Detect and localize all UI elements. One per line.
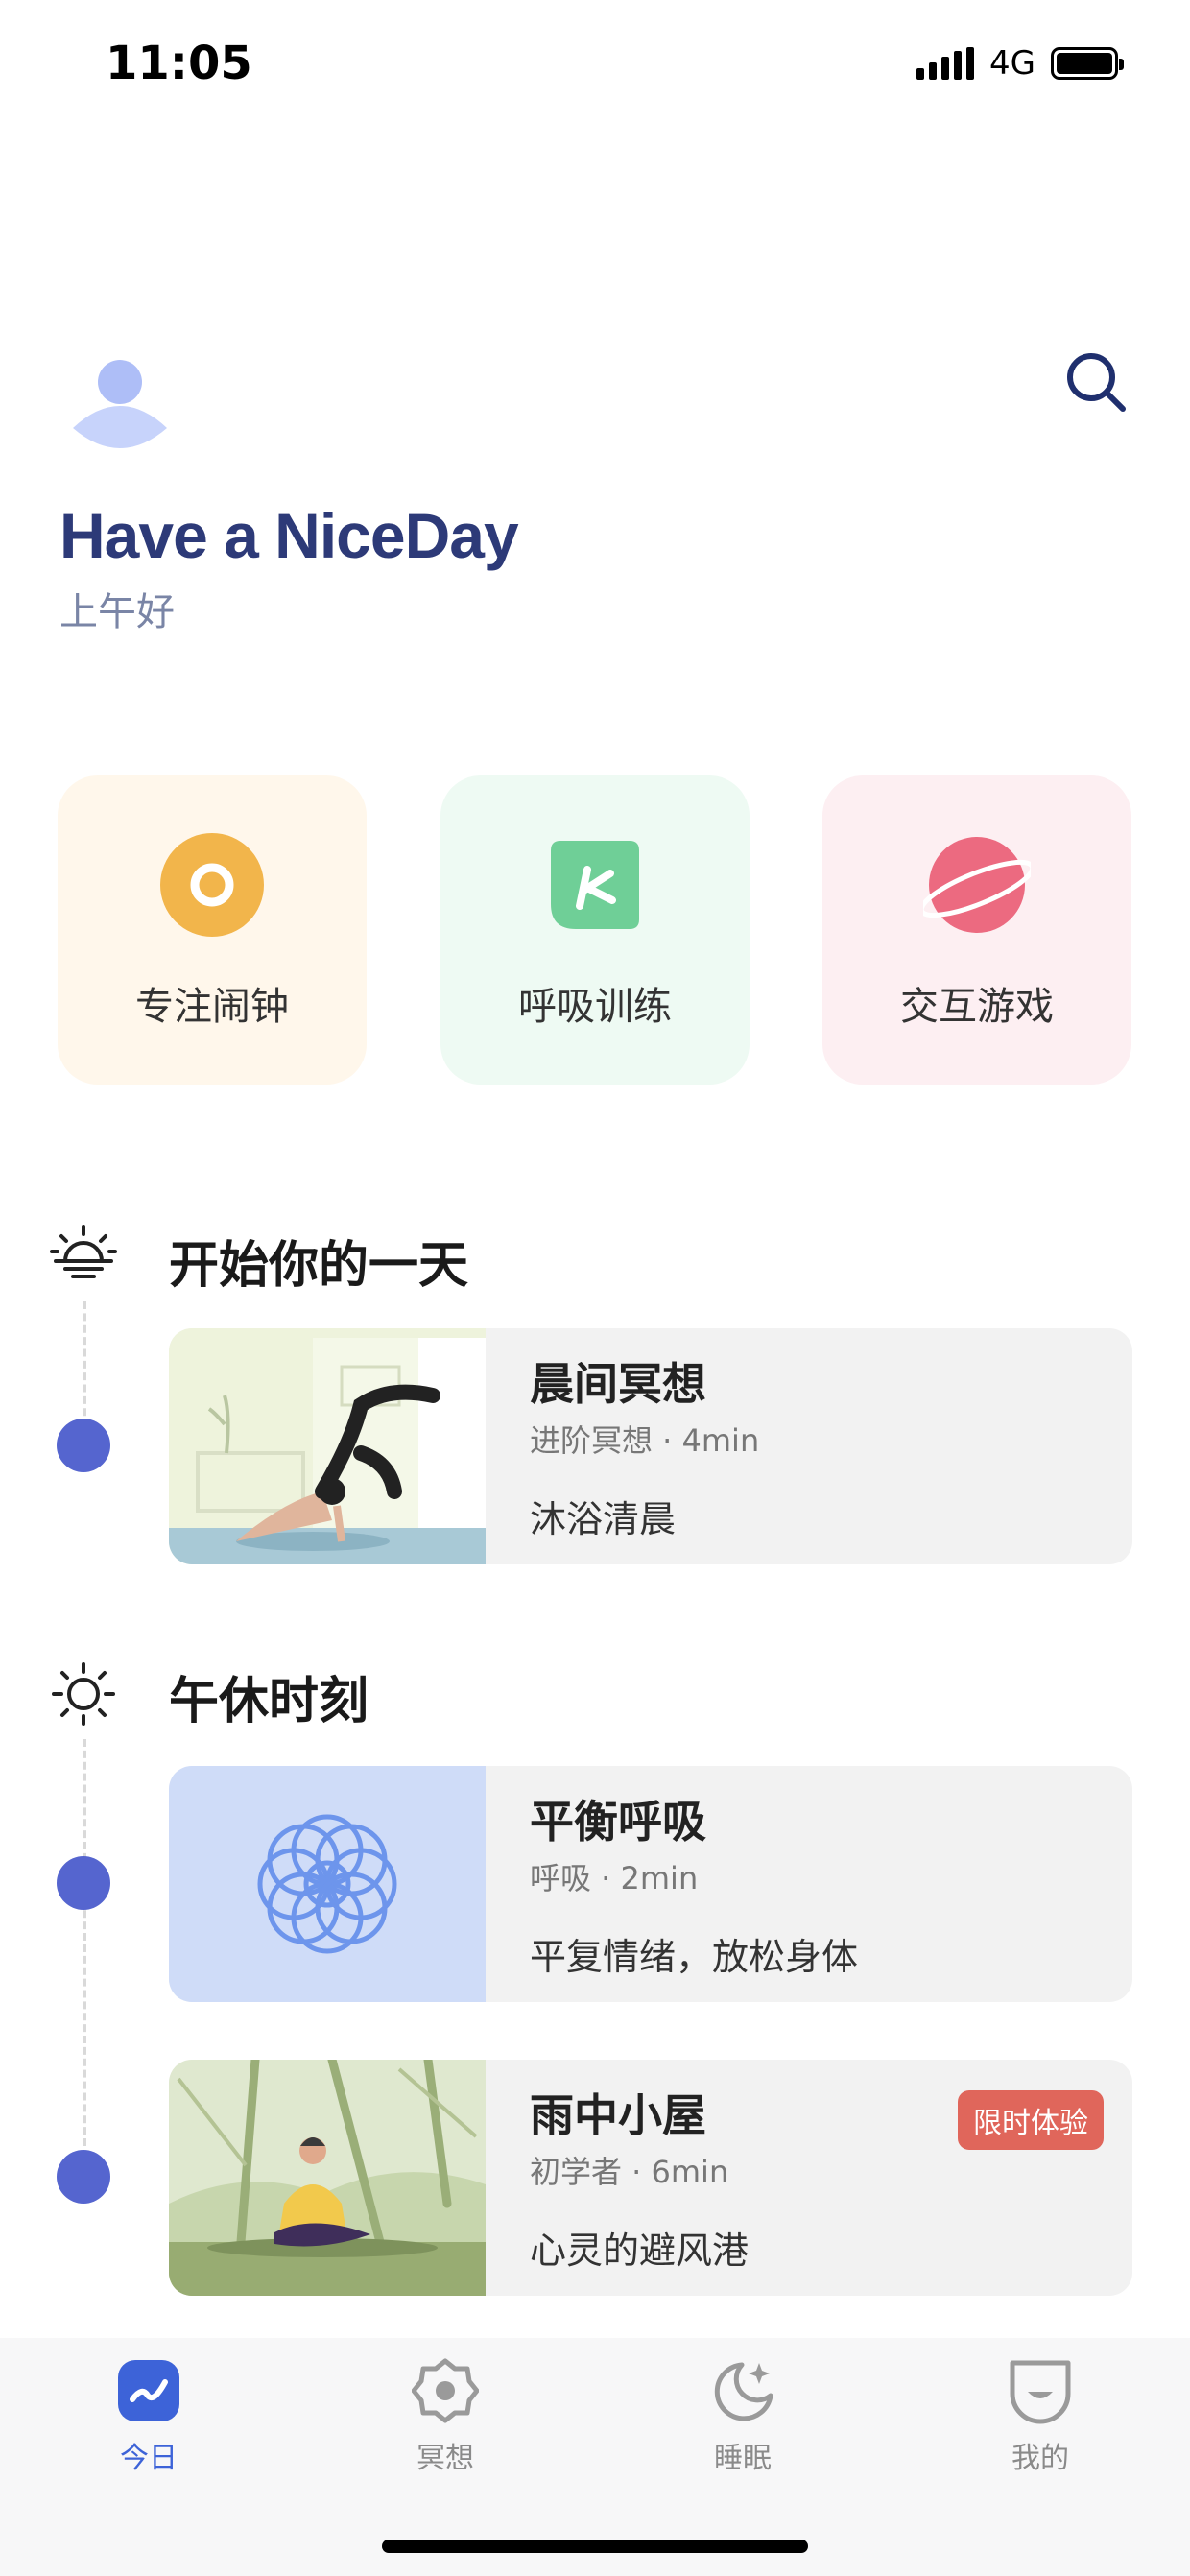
signal-icon — [916, 47, 974, 80]
item-title: 晨间冥想 — [530, 1358, 706, 1410]
section-title-morning: 开始你的一天 — [169, 1237, 469, 1295]
meditation-icon — [411, 2357, 480, 2424]
list-item-balanced-breathing[interactable]: 平衡呼吸 呼吸 · 2min 平复情绪，放松身体 — [169, 1766, 1132, 2002]
item-description: 平复情绪，放松身体 — [530, 1936, 859, 1978]
yoga-illustration — [169, 1328, 486, 1564]
leaf-icon — [541, 831, 649, 939]
list-item-rain-cabin[interactable]: 雨中小屋 限时体验 初学者 · 6min 心灵的避风港 — [169, 2060, 1132, 2296]
search-icon[interactable] — [1065, 351, 1129, 415]
moon-icon — [709, 2357, 776, 2424]
breathing-training-card[interactable]: 呼吸训练 — [440, 775, 750, 1085]
timeline-dot — [57, 1419, 110, 1472]
focus-alarm-label: 专注闹钟 — [135, 985, 289, 1029]
item-description: 沐浴清晨 — [530, 1498, 677, 1540]
avatar[interactable] — [69, 355, 171, 457]
section-title-noon: 午休时刻 — [169, 1673, 369, 1730]
interactive-game-card[interactable]: 交互游戏 — [822, 775, 1131, 1085]
item-description: 心灵的避风港 — [530, 2230, 750, 2272]
item-meta: 呼吸 · 2min — [530, 1860, 699, 1896]
item-meta: 初学者 · 6min — [530, 2154, 729, 2190]
timeline-dot — [57, 1856, 110, 1910]
limited-trial-badge: 限时体验 — [958, 2090, 1104, 2150]
item-title: 雨中小屋 — [530, 2089, 706, 2141]
alarm-ring-icon — [158, 831, 266, 939]
sunrise-icon — [50, 1223, 117, 1290]
status-indicators: 4G — [916, 44, 1124, 83]
flower-illustration — [169, 1766, 486, 2002]
tab-label: 今日 — [120, 2442, 178, 2475]
breathing-training-label: 呼吸训练 — [518, 985, 672, 1029]
timeline-dot — [57, 2150, 110, 2204]
profile-icon — [1007, 2357, 1074, 2424]
battery-icon — [1050, 47, 1124, 80]
tab-meditation[interactable]: 冥想 — [369, 2357, 522, 2476]
tab-today[interactable]: 今日 — [72, 2357, 226, 2476]
tab-profile[interactable]: 我的 — [964, 2357, 1117, 2476]
sun-icon — [50, 1660, 117, 1728]
page-title: Have a NiceDay — [60, 500, 519, 571]
tab-label: 我的 — [1012, 2442, 1069, 2475]
forest-meditation-illustration — [169, 2060, 486, 2296]
home-indicator[interactable] — [382, 2540, 808, 2553]
greeting-text: 上午好 — [60, 590, 175, 634]
status-time: 11:05 — [106, 36, 252, 90]
tab-label: 冥想 — [416, 2442, 474, 2475]
network-label: 4G — [989, 44, 1035, 83]
tab-sleep[interactable]: 睡眠 — [666, 2357, 820, 2476]
list-item-morning-meditation[interactable]: 晨间冥想 进阶冥想 · 4min 沐浴清晨 — [169, 1328, 1132, 1564]
tab-label: 睡眠 — [714, 2442, 772, 2475]
timeline-line — [83, 1739, 86, 2146]
item-title: 平衡呼吸 — [530, 1796, 706, 1848]
interactive-game-label: 交互游戏 — [900, 985, 1054, 1029]
item-meta: 进阶冥想 · 4min — [530, 1422, 760, 1459]
focus-alarm-card[interactable]: 专注闹钟 — [58, 775, 367, 1085]
today-icon — [115, 2357, 182, 2424]
planet-icon — [918, 831, 1035, 939]
